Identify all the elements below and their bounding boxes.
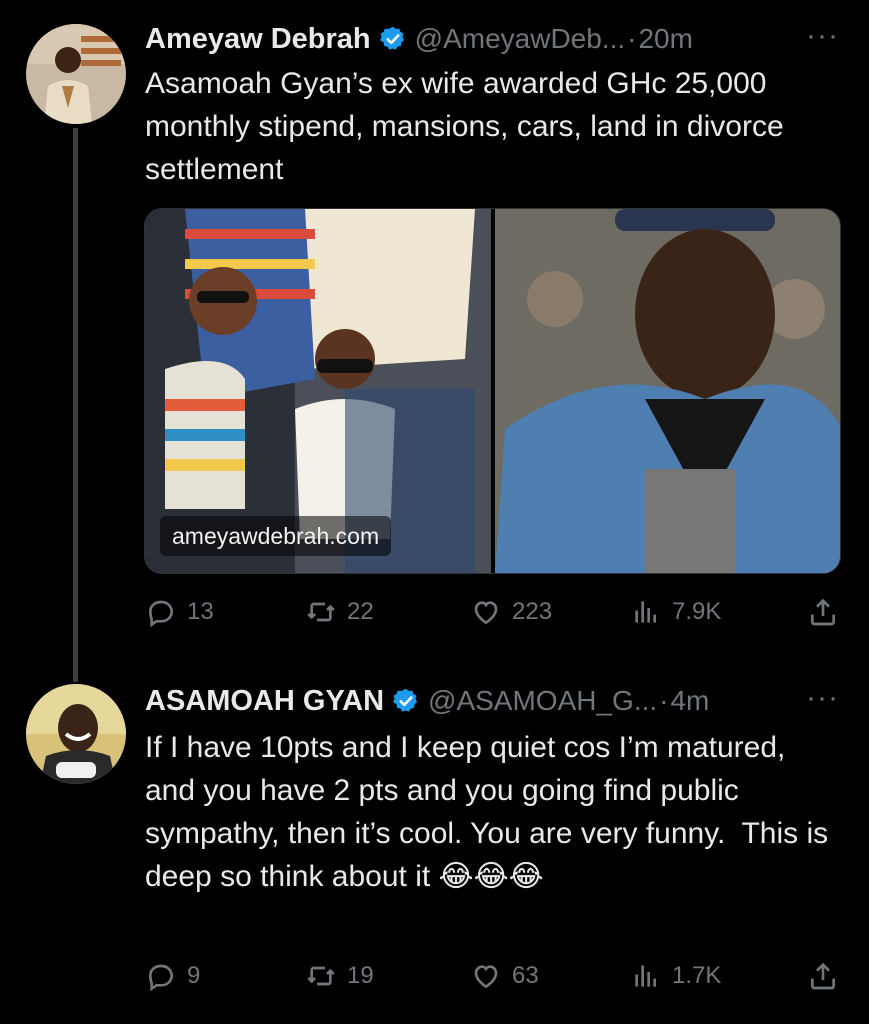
more-options-icon[interactable]: ··· <box>806 21 839 51</box>
media-watermark: ameyawdebrah.com <box>160 516 392 556</box>
tweet-actions: 9 19 63 1.7K <box>145 956 839 996</box>
views-count: 7.9K <box>672 598 722 625</box>
tweet-ameyaw-debrah[interactable]: Ameyaw Debrah @AmeyawDeb... · 20m ··· As… <box>0 0 869 682</box>
media-photo-asamoah-gyan[interactable] <box>494 209 840 573</box>
heart-icon <box>474 601 498 625</box>
heart-icon <box>474 965 498 989</box>
repost-count: 19 <box>347 962 374 989</box>
more-options-icon[interactable]: ··· <box>806 683 839 713</box>
reply-count: 9 <box>187 962 201 989</box>
avatar-ameyaw-debrah[interactable] <box>26 24 126 124</box>
avatar-asamoah-gyan[interactable] <box>26 684 126 784</box>
share-icon <box>811 962 835 990</box>
repost-count: 22 <box>347 598 374 625</box>
avatar-image <box>26 684 126 784</box>
author-name[interactable]: Ameyaw Debrah <box>145 23 371 56</box>
tweet-timestamp[interactable]: 4m <box>670 685 709 717</box>
tweet-text: If I have 10pts and I keep quiet cos I’m… <box>145 731 837 893</box>
avatar-image <box>26 24 126 124</box>
share-icon <box>811 598 835 626</box>
like-button[interactable]: 63 <box>470 960 539 992</box>
like-count: 223 <box>512 598 553 625</box>
repost-button[interactable]: 19 <box>305 960 374 992</box>
views-button[interactable]: 1.7K <box>630 960 721 992</box>
reply-button[interactable]: 13 <box>145 596 214 628</box>
reply-icon <box>148 600 174 628</box>
thread-connector-line <box>73 128 78 682</box>
tweet-header: Ameyaw Debrah @AmeyawDeb... · 20m ··· <box>145 21 839 56</box>
views-chart-icon <box>635 601 656 623</box>
separator-dot: · <box>659 685 669 716</box>
share-button[interactable] <box>807 960 839 992</box>
views-count: 1.7K <box>672 962 722 989</box>
tweet-text: Asamoah Gyan’s ex wife awarded GHc 25,00… <box>145 67 792 186</box>
author-name[interactable]: ASAMOAH GYAN <box>145 685 384 718</box>
author-handle[interactable]: @AmeyawDeb... <box>415 23 626 55</box>
portrait-photo <box>494 209 840 573</box>
repost-button[interactable]: 22 <box>305 596 374 628</box>
reply-icon <box>148 964 174 992</box>
tweet-timestamp[interactable]: 20m <box>638 23 692 55</box>
reply-button[interactable]: 9 <box>145 960 200 992</box>
verified-badge-icon <box>392 687 420 715</box>
views-chart-icon <box>635 965 656 987</box>
repost-icon <box>307 602 335 622</box>
like-button[interactable]: 223 <box>470 596 552 628</box>
views-button[interactable]: 7.9K <box>630 596 721 628</box>
tweet-header: ASAMOAH GYAN @ASAMOAH_G... · 4m ··· <box>145 683 839 718</box>
author-handle[interactable]: @ASAMOAH_G... <box>428 685 657 717</box>
verified-badge-icon <box>379 25 407 53</box>
share-button[interactable] <box>807 596 839 628</box>
separator-dot: · <box>627 23 637 54</box>
tweet-actions: 13 22 223 7.9K <box>145 592 839 632</box>
like-count: 63 <box>512 962 539 989</box>
reply-count: 13 <box>187 598 214 625</box>
repost-icon <box>307 966 335 986</box>
tweet-asamoah-gyan[interactable]: ASAMOAH GYAN @ASAMOAH_G... · 4m ··· If I… <box>0 670 869 1024</box>
